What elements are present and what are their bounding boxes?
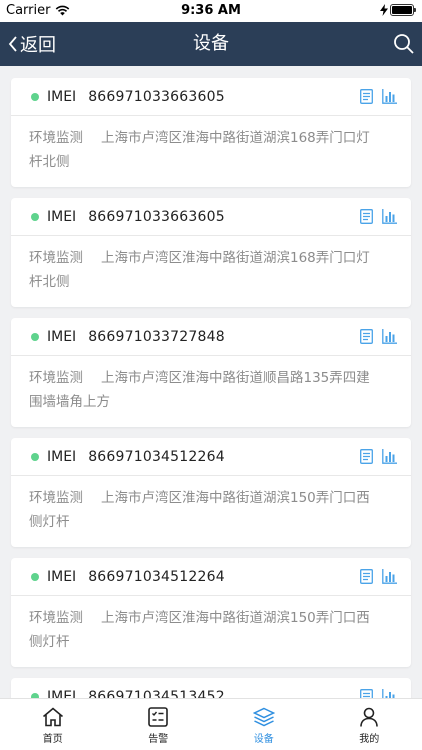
imei-value: 866971034513452 [88,688,225,699]
device-address-cont: 侧灯杆 [29,634,70,650]
imei-label: IMEI [47,688,77,699]
chevron-left-icon [8,36,17,52]
device-card-actions [360,449,397,464]
imei-value: 866971033663605 [88,88,225,105]
online-status-dot [31,332,39,341]
imei-label: IMEI [47,568,77,585]
imei-label: IMEI [47,328,77,345]
device-card-actions [360,689,397,698]
device-card-actions [360,89,397,104]
status-time: 9:36 AM [181,3,241,18]
device-card-header: IMEI 866971034512264 [11,438,411,476]
device-card-actions [360,209,397,224]
alarm-list-icon [148,707,169,727]
layers-icon [252,707,275,727]
device-address-cont: 杆北侧 [29,274,70,290]
device-list[interactable]: IMEI 866971033663605 环境监测上海市卢湾区淮海中路街道湖滨1… [0,66,422,698]
imei-label: IMEI [47,208,77,225]
document-icon[interactable] [360,89,373,104]
imei-value: 866971033727848 [88,328,225,345]
device-type: 环境监测 [29,610,83,626]
bar-chart-icon[interactable] [382,689,397,698]
bar-chart-icon[interactable] [382,89,397,104]
device-address: 上海市卢湾区淮海中路街道湖滨150弄门口西 [101,610,370,626]
tab-label: 首页 [42,734,63,745]
device-card-body: 环境监测 上海市卢湾区淮海中路街道湖滨150弄门口西 侧灯杆 [11,596,411,654]
device-card-header: IMEI 866971034512264 [11,558,411,596]
device-card[interactable]: IMEI 866971033663605 环境监测 上海市卢湾区淮海中路街道湖滨1… [11,78,411,187]
charging-icon [380,4,388,16]
device-type: 环境监测 [29,370,83,386]
bar-chart-icon[interactable] [382,209,397,224]
device-address: 上海市卢湾区淮海中路街道湖滨150弄门口西 [101,490,370,506]
document-icon[interactable] [360,569,373,584]
tab-label: 告警 [148,734,169,745]
imei-value: 866971033663605 [88,208,225,225]
document-icon[interactable] [360,689,373,698]
bar-chart-icon[interactable] [382,449,397,464]
tab-home[interactable]: 首页 [0,699,106,750]
device-type: 环境监测 [29,250,83,266]
device-card[interactable]: IMEI 866971034512264 环境监测 上海市卢湾区淮海中路街道湖滨1… [11,558,411,667]
online-status-dot [31,452,39,461]
device-card-body: 环境监测 上海市卢湾区淮海中路街道顺昌路135弄四建 围墙墙角上方 [11,356,411,414]
back-button[interactable]: 返回 [8,22,56,66]
document-icon[interactable] [360,449,373,464]
bar-chart-icon[interactable] [382,569,397,584]
device-address-cont: 杆北侧 [29,154,70,170]
imei-value: 866971034512264 [88,448,225,465]
device-card[interactable]: IMEI 866971034513452 [11,678,411,698]
document-icon[interactable] [360,209,373,224]
device-card[interactable]: IMEI 866971033663605 环境监测 上海市卢湾区淮海中路街道湖滨1… [11,198,411,307]
tab-label: 设备 [253,734,274,745]
device-address: 上海市卢湾区淮海中路街道湖滨168弄门口灯 [101,130,370,146]
status-right [380,4,416,16]
device-address-cont: 侧灯杆 [29,514,70,530]
tab-alarm[interactable]: 告警 [106,699,212,750]
tab-bar: 首页 告警 设备 我的 [0,698,422,750]
tab-label: 我的 [359,734,380,745]
device-card-header: IMEI 866971033727848 [11,318,411,356]
imei-label: IMEI [47,448,77,465]
online-status-dot [31,572,39,581]
imei-label: IMEI [47,88,77,105]
device-card[interactable]: IMEI 866971034512264 环境监测 上海市卢湾区淮海中路街道湖滨1… [11,438,411,547]
device-address: 上海市卢湾区淮海中路街道顺昌路135弄四建 [101,370,370,386]
device-card-body: 环境监测 上海市卢湾区淮海中路街道湖滨150弄门口西 侧灯杆 [11,476,411,534]
device-card-header: IMEI 866971034513452 [11,678,411,698]
tab-mine[interactable]: 我的 [317,699,422,750]
battery-icon [390,4,416,16]
page-title: 设备 [193,33,229,54]
home-icon [42,707,63,727]
tab-devices[interactable]: 设备 [211,699,317,750]
device-card-body: 环境监测 上海市卢湾区淮海中路街道湖滨168弄门口灯 杆北侧 [11,236,411,294]
device-address-cont: 围墙墙角上方 [29,394,110,410]
device-card-header: IMEI 866971033663605 [11,78,411,116]
nav-bar: 返回 设备 [0,22,422,66]
status-bar: Carrier 9:36 AM [0,0,422,22]
device-card-actions [360,569,397,584]
device-card-header: IMEI 866971033663605 [11,198,411,236]
online-status-dot [31,212,39,221]
device-card-body: 环境监测 上海市卢湾区淮海中路街道湖滨168弄门口灯 杆北侧 [11,116,411,174]
device-card[interactable]: IMEI 866971033727848 环境监测 上海市卢湾区淮海中路街道顺昌路… [11,318,411,427]
user-icon [360,707,379,727]
device-type: 环境监测 [29,130,83,146]
online-status-dot [31,92,39,101]
bar-chart-icon[interactable] [382,329,397,344]
document-icon[interactable] [360,329,373,344]
device-type: 环境监测 [29,490,83,506]
device-card-actions [360,329,397,344]
imei-value: 866971034512264 [88,568,225,585]
device-address: 上海市卢湾区淮海中路街道湖滨168弄门口灯 [101,250,370,266]
search-icon[interactable] [392,32,416,56]
back-label: 返回 [20,35,56,56]
